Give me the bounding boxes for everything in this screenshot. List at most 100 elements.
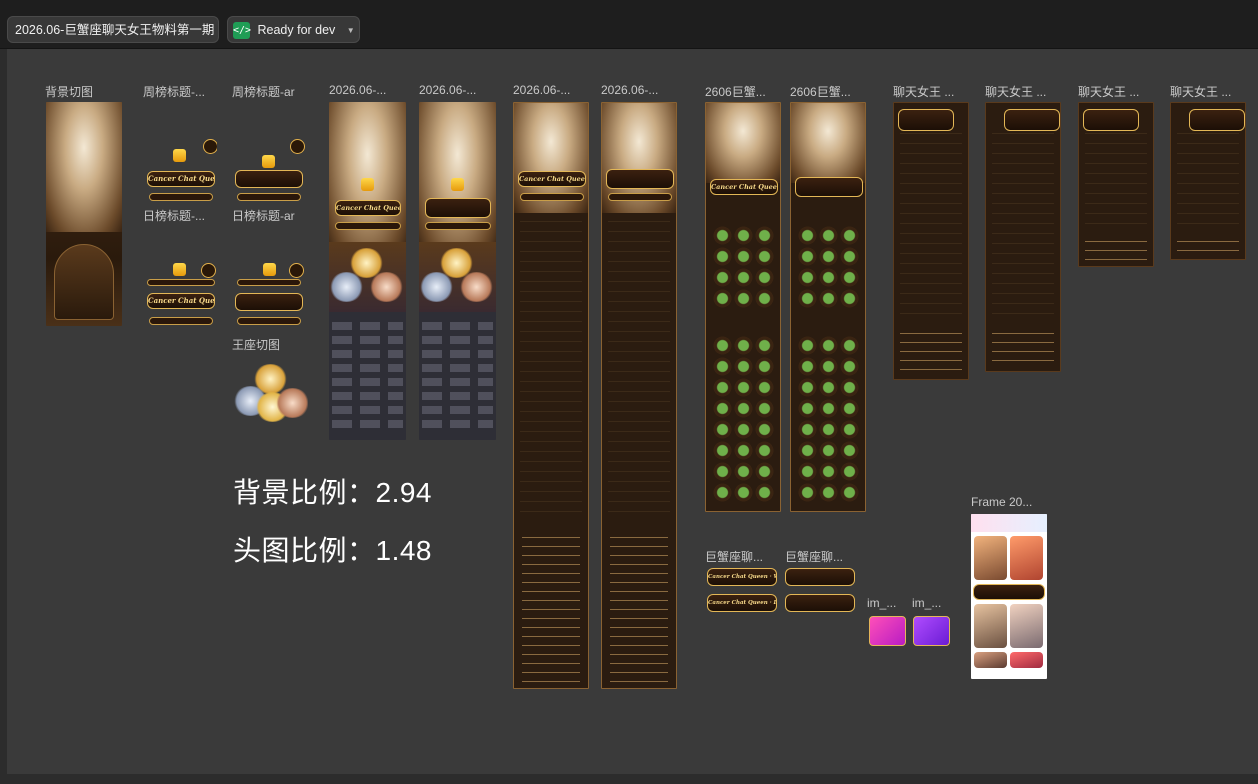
banner-set-en[interactable]: Cancer Chat Queen · Weekly Cancer Chat Q… <box>707 568 777 613</box>
frame-label[interactable]: 王座切图 <box>232 336 280 353</box>
frame-label[interactable]: 背景切图 <box>45 83 93 100</box>
coin-icon <box>290 139 305 154</box>
chat-queen-weekly-ar[interactable] <box>985 102 1061 372</box>
file-name-button[interactable]: 2026.06-巨蟹座聊天女王物料第一期 <box>7 16 219 43</box>
silver-throne <box>329 272 364 302</box>
app-preview-frame[interactable] <box>971 514 1047 679</box>
frame-label[interactable]: 2026.06-... <box>329 83 386 97</box>
rules-text <box>1085 237 1147 265</box>
crown-icon <box>451 178 464 191</box>
frame-label[interactable]: Frame 20... <box>971 495 1032 509</box>
subtitle-bar <box>149 317 213 325</box>
profile-photo[interactable] <box>1010 652 1043 668</box>
title-badge-ar <box>235 170 303 188</box>
rules-text <box>900 329 962 377</box>
daily-banner-ar <box>785 594 855 612</box>
list-row <box>332 378 403 386</box>
frame-label[interactable]: 聊天女王 ... <box>1078 83 1139 100</box>
subtitle-bar <box>237 279 301 286</box>
list-row <box>332 350 403 358</box>
title-badge <box>973 584 1045 600</box>
title-badge-ar <box>1004 109 1060 131</box>
frame-label[interactable]: 2026.06-... <box>601 83 658 97</box>
im-card-purple[interactable] <box>913 616 950 646</box>
list-row <box>422 364 493 372</box>
reward-grid <box>797 335 860 503</box>
ready-for-dev-button[interactable]: </> Ready for dev ▼ <box>227 16 360 43</box>
profile-photo[interactable] <box>1010 536 1043 580</box>
design-canvas[interactable]: 背景切图 周榜标题-... 周榜标题-ar 日榜标题-... 日榜标题-ar 王… <box>7 49 1258 774</box>
frame-label[interactable]: 2026.06-... <box>419 83 476 97</box>
ranking-table <box>1085 133 1147 233</box>
ranking-page-mockup-1[interactable]: Cancer Chat Queen <box>329 102 406 440</box>
coin-icon <box>203 139 217 154</box>
subtitle-bar <box>608 193 672 201</box>
frame-label[interactable]: 聊天女王 ... <box>893 83 954 100</box>
subtitle-bar <box>520 193 584 201</box>
title-badge-ar <box>235 293 303 311</box>
profile-photo[interactable] <box>1010 604 1043 648</box>
coin-icon <box>201 263 216 278</box>
im-card-pink[interactable] <box>869 616 906 646</box>
frame-label[interactable]: 聊天女王 ... <box>985 83 1046 100</box>
crown-icon <box>361 178 374 191</box>
chat-queen-daily-ar[interactable] <box>1170 102 1246 260</box>
profile-photo[interactable] <box>974 604 1007 648</box>
long-page-en[interactable]: Cancer Chat Queen <box>513 102 589 689</box>
background-slice-frame[interactable] <box>46 102 122 326</box>
chevron-down-icon: ▼ <box>346 26 355 36</box>
title-badge <box>898 109 954 131</box>
frame-label[interactable]: 周榜标题-... <box>143 83 205 100</box>
weekly-title-ar-frame[interactable] <box>233 137 305 205</box>
frame-label[interactable]: im_... <box>867 596 896 610</box>
rules-text <box>992 329 1054 369</box>
queen-artwork <box>706 103 780 183</box>
list-row <box>332 392 403 400</box>
list-row <box>332 420 403 428</box>
frame-label[interactable]: 巨蟹座聊... <box>705 548 763 565</box>
frame-label[interactable]: 日榜标题-ar <box>232 207 295 224</box>
rules-text <box>522 533 580 683</box>
frame-label[interactable]: 巨蟹座聊... <box>785 548 843 565</box>
silver-throne <box>419 272 454 302</box>
background-ratio-note[interactable]: 背景比例：2.94 <box>233 471 432 511</box>
frame-label[interactable]: 2606巨蟹... <box>705 83 766 100</box>
rewards-page-ar[interactable] <box>790 102 866 512</box>
ranking-page-mockup-2[interactable] <box>419 102 496 440</box>
daily-title-frame[interactable]: Cancer Chat Queen <box>145 261 217 329</box>
rules-text <box>1177 237 1239 259</box>
rewards-page-en[interactable]: Cancer Chat Queen <box>705 102 781 512</box>
frame-label[interactable]: 周榜标题-ar <box>232 83 295 100</box>
frame-label[interactable]: 2606巨蟹... <box>790 83 851 100</box>
crown-icon <box>262 155 275 168</box>
weekly-title-frame[interactable]: Cancer Chat Queen <box>145 137 217 205</box>
profile-photo[interactable] <box>974 652 1007 668</box>
queen-artwork <box>46 102 122 232</box>
daily-banner: Cancer Chat Queen · Daily <box>707 594 777 612</box>
throne-slice-frame[interactable] <box>233 364 308 426</box>
title-badge: Cancer Chat Queen <box>147 293 215 309</box>
banner-set-ar[interactable] <box>785 568 855 613</box>
chat-queen-daily-en[interactable] <box>1078 102 1154 267</box>
title-badge-ar <box>425 198 491 218</box>
daily-title-ar-frame[interactable] <box>233 261 305 329</box>
subtitle-bar <box>147 279 215 286</box>
profile-photo[interactable] <box>974 536 1007 580</box>
frame-label[interactable]: 2026.06-... <box>513 83 570 97</box>
frame-label[interactable]: im_... <box>912 596 941 610</box>
chat-queen-weekly-en[interactable] <box>893 102 969 380</box>
frame-label[interactable]: 聊天女王 ... <box>1170 83 1231 100</box>
frame-label[interactable]: 日榜标题-... <box>143 207 205 224</box>
list-row <box>422 336 493 344</box>
podium-area <box>329 242 406 312</box>
subtitle-bar <box>425 222 491 230</box>
weekly-banner: Cancer Chat Queen · Weekly <box>707 568 777 586</box>
reward-grid <box>712 225 775 309</box>
title-badge: Cancer Chat Queen <box>710 179 778 195</box>
subtitle-bar <box>237 317 301 325</box>
reward-table <box>608 221 670 521</box>
coin-icon <box>289 263 304 278</box>
long-page-ar[interactable] <box>601 102 677 689</box>
list-row <box>332 322 403 330</box>
header-ratio-note[interactable]: 头图比例：1.48 <box>233 529 432 569</box>
